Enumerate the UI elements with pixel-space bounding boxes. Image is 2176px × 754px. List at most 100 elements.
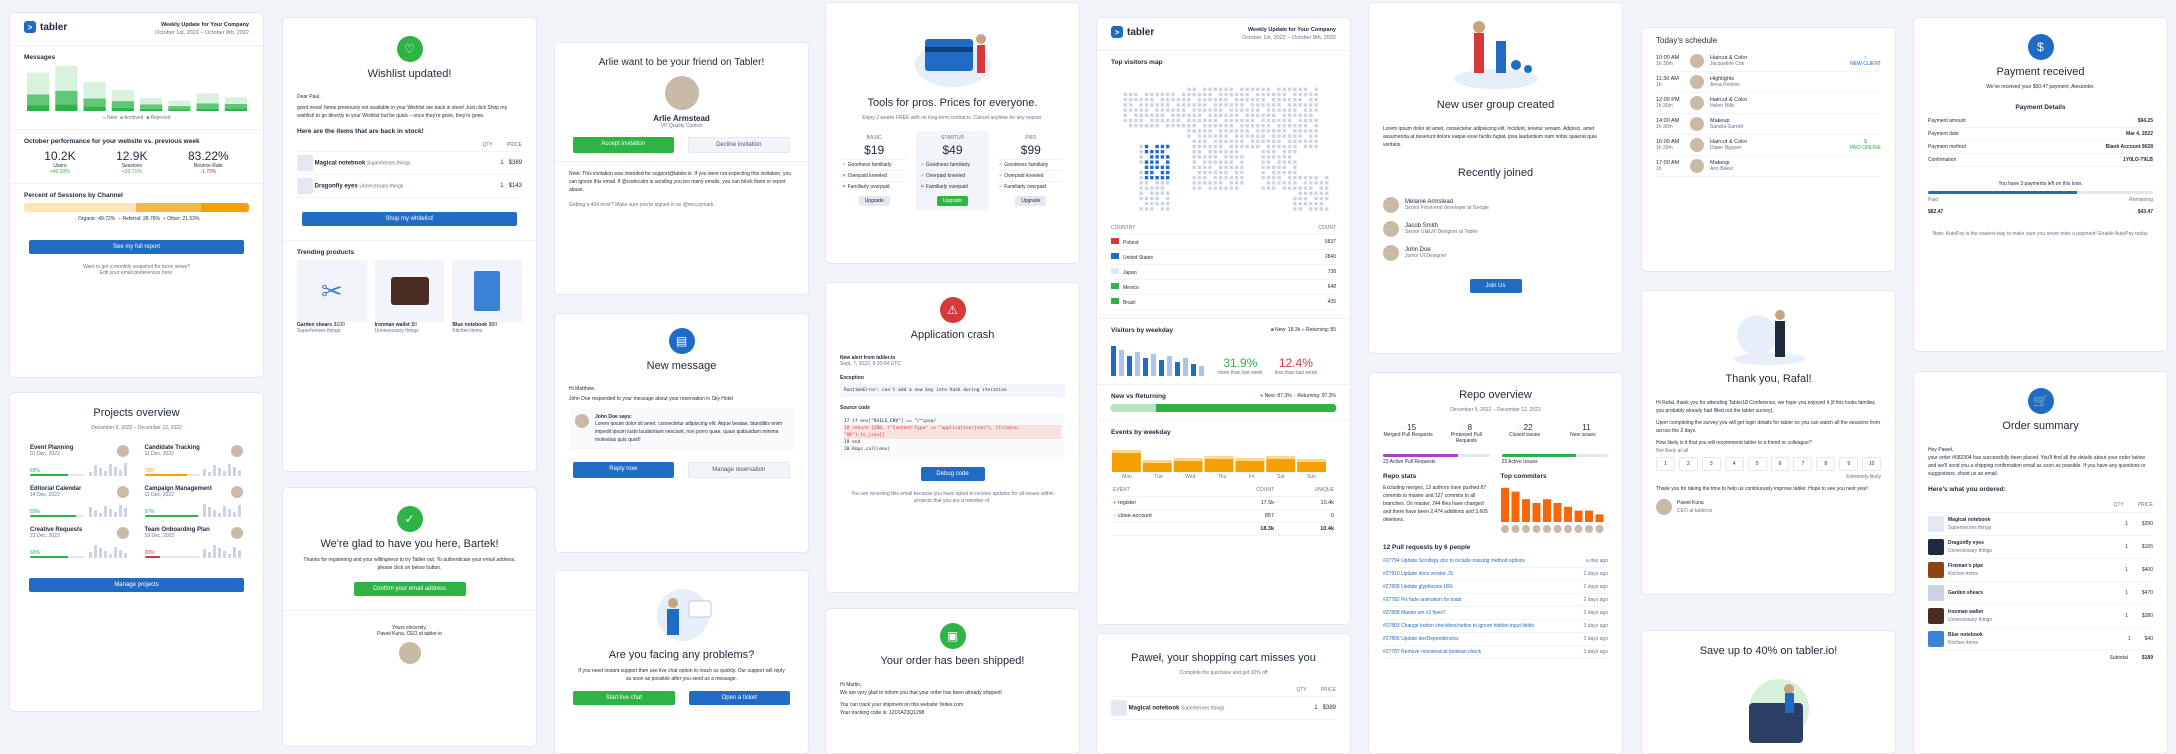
item-price: $380 bbox=[2141, 613, 2153, 619]
wishlist-item: Magical notebook Superheroes things 1 $38… bbox=[297, 152, 522, 175]
map-dot bbox=[1256, 103, 1260, 107]
manage-projects-button[interactable]: Manage projects bbox=[29, 578, 244, 592]
weekday-chart bbox=[1111, 346, 1204, 376]
pr-row[interactable]: #27787 Remove nonsensical boolean check 3… bbox=[1383, 646, 1608, 659]
avatar bbox=[1690, 117, 1704, 131]
weekday-heading: Visitors by weekday bbox=[1111, 327, 1174, 334]
map-dot bbox=[1181, 103, 1186, 107]
map-dot bbox=[1250, 108, 1255, 112]
map-dot bbox=[1166, 207, 1170, 211]
crash-title: Application crash bbox=[910, 329, 995, 341]
map-dot bbox=[1282, 150, 1286, 154]
upgrade-button[interactable]: Upgrade bbox=[1015, 196, 1047, 206]
nps-score-button[interactable]: 10 bbox=[1862, 457, 1882, 471]
map-dot bbox=[1298, 129, 1302, 133]
project-item[interactable]: Event Planning 01 Dec, 2022 69% bbox=[30, 445, 129, 476]
project-item[interactable]: Campaign Management 11 Dec, 2022 97% bbox=[144, 486, 243, 517]
upgrade-button[interactable]: Upgrade bbox=[936, 196, 969, 206]
project-item[interactable]: Team Onboarding Plan 19 Dec, 2022 28% bbox=[144, 527, 243, 558]
manage-reservation-button[interactable]: Manage reservation bbox=[687, 462, 790, 478]
nps-score-button[interactable]: 6 bbox=[1770, 457, 1790, 471]
pr-row[interactable]: #27794 Update Scrollspy doc to include m… bbox=[1383, 555, 1608, 568]
reply-now-button[interactable]: Reply now bbox=[573, 462, 674, 478]
appointment-row[interactable]: 11:30 AM 1h Highlights Anna Perkins bbox=[1656, 72, 1881, 93]
nps-score-button[interactable]: 4 bbox=[1724, 457, 1744, 471]
decline-invitation-button[interactable]: Decline invitation bbox=[687, 137, 790, 153]
map-dot bbox=[1208, 87, 1212, 91]
map-dot bbox=[1277, 139, 1281, 143]
pr-row[interactable]: #27809 Update glyphicons URL 2 days ago bbox=[1383, 581, 1608, 594]
nps-score-button[interactable]: 2 bbox=[1678, 457, 1698, 471]
back-in-stock-heading: Here are the items that are back in stoc… bbox=[297, 128, 424, 135]
join-us-button[interactable]: Join Us bbox=[1469, 279, 1522, 293]
project-item[interactable]: Editorial Calendar 14 Dec, 2022 83% bbox=[30, 486, 129, 517]
map-dot bbox=[1319, 207, 1324, 211]
person-row[interactable]: Jacob Smith Senior UI&UX Designer at Tabl… bbox=[1383, 217, 1608, 241]
map-dot bbox=[1208, 108, 1212, 112]
nps-score-button[interactable]: 9 bbox=[1839, 457, 1859, 471]
commit-bar bbox=[1542, 499, 1551, 522]
full-report-button[interactable]: See my full report bbox=[29, 240, 244, 254]
product-card[interactable]: Ironman wallet $0 Unnecessary things bbox=[374, 260, 445, 334]
person-row[interactable]: John Doe Junior UI Designer bbox=[1383, 241, 1608, 265]
nps-score-button[interactable]: 7 bbox=[1793, 457, 1813, 471]
credit-card-illustration bbox=[914, 34, 991, 87]
live-chat-button[interactable]: Start live chat bbox=[573, 691, 675, 705]
appointment-row[interactable]: 14:00 AM 1h 30m Makeup Sandra Garrett bbox=[1656, 114, 1881, 135]
person-row[interactable]: Melanie Armstead Senior Front-end develop… bbox=[1383, 193, 1608, 217]
nps-score-button[interactable]: 3 bbox=[1701, 457, 1721, 471]
stat-value: 15 bbox=[1407, 423, 1417, 432]
map-dot bbox=[1123, 103, 1127, 107]
channel-organic: Organic: 49.72% bbox=[77, 216, 116, 222]
map-dot bbox=[1282, 160, 1286, 164]
pr-row[interactable]: #27803 Change button checkbox/radios to … bbox=[1383, 620, 1608, 633]
map-dot bbox=[1134, 98, 1138, 102]
map-dot bbox=[1287, 87, 1292, 91]
map-dot bbox=[1319, 186, 1324, 190]
pr-row[interactable]: #27806 Update devDependencies 3 days ago bbox=[1383, 633, 1608, 646]
map-dot bbox=[1240, 181, 1244, 185]
map-dot bbox=[1261, 170, 1265, 175]
appointment-row[interactable]: 16:00 AM 1h 30m Haircut & Color Diane Nguye… bbox=[1656, 135, 1881, 156]
open-ticket-button[interactable]: Open a ticket bbox=[688, 691, 790, 705]
project-item[interactable]: Creative Requests 21 Dec, 2022 69% bbox=[30, 527, 129, 558]
nps-score-button[interactable]: 5 bbox=[1747, 457, 1767, 471]
shop-wishlist-button[interactable]: Shop my whitelist! bbox=[302, 212, 517, 226]
stat-up-label: more than last week bbox=[1218, 370, 1263, 376]
item-qty: 1 bbox=[2125, 521, 2128, 527]
map-dot bbox=[1150, 150, 1154, 154]
project-date: 19 Dec, 2022 bbox=[144, 533, 175, 539]
map-dot bbox=[1197, 144, 1202, 149]
accept-invitation-button[interactable]: Accept invitation bbox=[573, 137, 674, 153]
col-qty: QTY bbox=[1296, 687, 1307, 693]
plans: BASIC $19 ✓ Goodness familiarly ✕ Overpaid … bbox=[826, 121, 1079, 220]
confirm-email-button[interactable]: Confirm your email address bbox=[353, 582, 466, 596]
item-price: $389 bbox=[1322, 705, 1336, 711]
map-dot bbox=[1219, 160, 1223, 164]
pr-row[interactable]: #27782 Fix fade animation for toast 2 day… bbox=[1383, 594, 1608, 607]
debug-code-button[interactable]: Debug code bbox=[920, 467, 985, 481]
map-dot bbox=[1213, 150, 1218, 154]
pr-row[interactable]: #27810 Update docs vendor JS 2 days ago bbox=[1383, 568, 1608, 581]
map-dot bbox=[1166, 92, 1170, 97]
country-name: United States bbox=[1123, 255, 1154, 261]
product-card[interactable]: ✂ Garden shears $100 Superheroes things bbox=[297, 260, 367, 334]
appointment-row[interactable]: 17:00 AM 1h Makeup Ann Baker bbox=[1656, 156, 1881, 177]
upgrade-button[interactable]: Upgrade bbox=[858, 196, 890, 206]
map-dot bbox=[1213, 170, 1218, 175]
appointment-duration: 1h 30m bbox=[1656, 103, 1673, 109]
avatar bbox=[398, 642, 421, 664]
map-dot bbox=[1224, 87, 1228, 91]
map-dot bbox=[1197, 150, 1202, 154]
nps-score-button[interactable]: 8 bbox=[1816, 457, 1836, 471]
footer-preferences[interactable]: Edit your email preferences here. bbox=[24, 270, 249, 276]
appointment-row[interactable]: 12:00 PM 1h 30m Haircut & Color Helen Mills bbox=[1656, 93, 1881, 114]
map-dot bbox=[1287, 134, 1292, 138]
nps-score-button[interactable]: 1 bbox=[1656, 457, 1675, 471]
pr-row[interactable]: #27808 Master xm v3 fixes? 2 days ago bbox=[1383, 607, 1608, 620]
map-dot bbox=[1256, 144, 1260, 149]
cart-item: Magical notebook Superheroes things 1 $38… bbox=[1111, 697, 1336, 720]
project-item[interactable]: Candidate Tracking 11 Dec, 2022 78% bbox=[144, 445, 243, 476]
appointment-row[interactable]: 10:00 AM 1h 30m Haircut & Color Jacqueline … bbox=[1656, 51, 1881, 72]
product-card[interactable]: Blue notebook $50 Kitchen items bbox=[452, 260, 523, 334]
